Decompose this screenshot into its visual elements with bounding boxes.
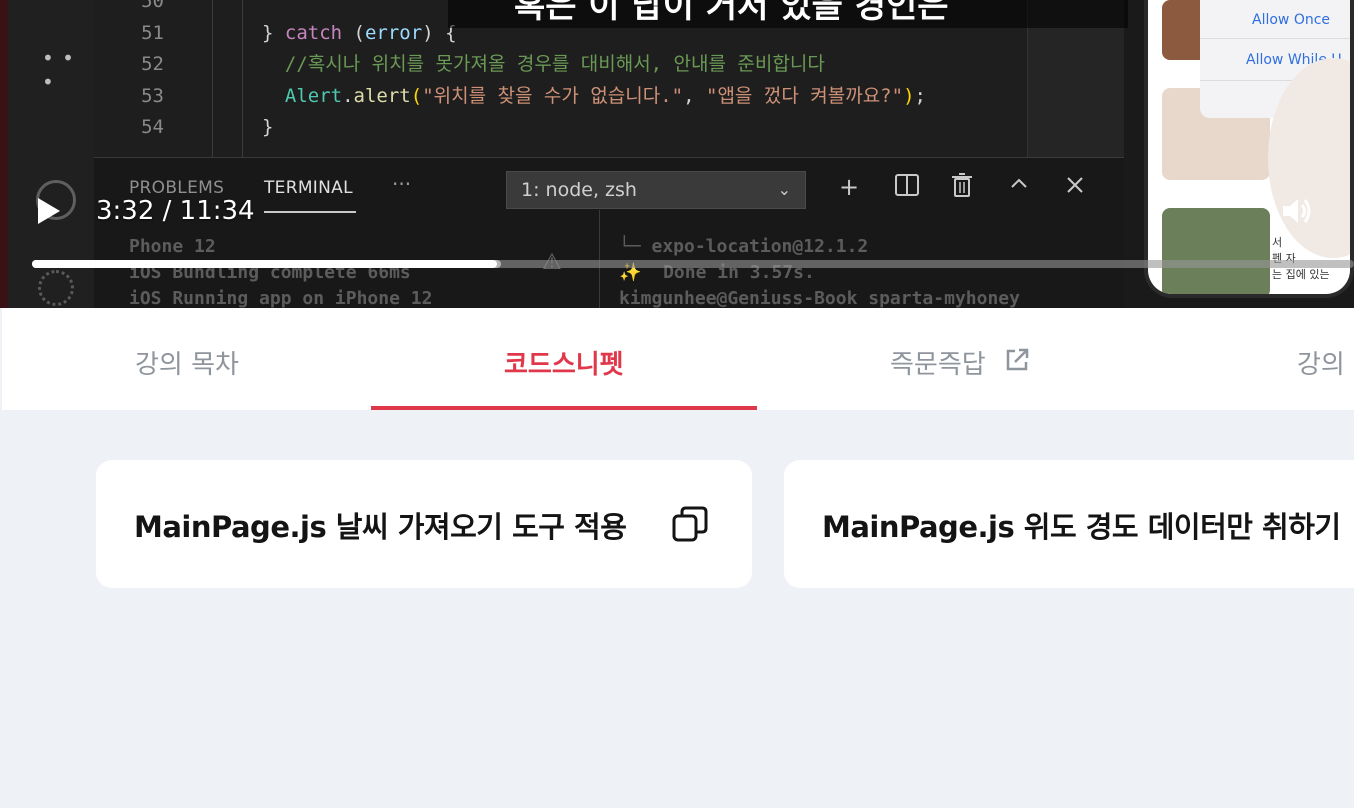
add-terminal-icon: +: [838, 173, 860, 201]
video-player[interactable]: • • • 50 51 } catch (error) { 52 //혹시나 위치를 …: [0, 0, 1354, 308]
tab-label: 강의 소개: [1297, 350, 1354, 380]
thumbnail-image: [1162, 208, 1270, 294]
more-dots-icon: • • •: [42, 46, 75, 94]
panel-more-icon: ···: [392, 172, 412, 196]
tab-lecture-contents[interactable]: 강의 목차: [2, 308, 388, 410]
trash-icon: [947, 172, 977, 202]
volume-icon: [1283, 199, 1311, 223]
code-text: } catch (error) {: [262, 22, 457, 44]
line-number: 51: [141, 22, 164, 44]
line-number: 54: [141, 116, 164, 138]
lecture-tabs: 강의 목차 코드스니펫 즉문즉답 강의 소개: [2, 308, 1354, 410]
line-number: 53: [141, 85, 164, 107]
tab-terminal: TERMINAL: [264, 178, 353, 198]
code-text: //혹시나 위치를 못가져올 경우를 대비해서, 안내를 준비합니다: [262, 53, 825, 75]
line-number: 50: [141, 0, 164, 12]
phone-caption: 서: [1272, 236, 1283, 249]
volume-button[interactable]: [1280, 194, 1316, 230]
active-tab-underline: [371, 406, 757, 410]
terminal-line: └─ expo-location@12.1.2: [619, 236, 869, 257]
terminal-tab-underline: [264, 211, 356, 213]
snippet-title: MainPage.js 위도 경도 데이터만 취하기: [822, 510, 1341, 544]
external-link-icon: [1006, 348, 1029, 371]
terminal-split-divider: [599, 210, 600, 308]
line-number: 52: [141, 53, 164, 75]
code-text: }: [262, 116, 274, 138]
terminal-panel: PROBLEMS TERMINAL ··· 1: node, zsh ⌄ + P…: [94, 157, 1124, 308]
video-progress-bar[interactable]: [32, 260, 1354, 268]
video-edge: [0, 0, 8, 308]
tab-lecture-intro[interactable]: 강의 소개: [1162, 308, 1354, 410]
chevron-down-icon: ⌄: [777, 180, 791, 199]
close-icon: [1060, 172, 1090, 202]
play-button[interactable]: [38, 198, 60, 224]
video-subtitle: 혹은 이 답이 거저 있을 경인은: [514, 0, 949, 26]
snippet-card[interactable]: MainPage.js 날씨 가져오기 도구 적용: [96, 460, 752, 588]
chevron-up-icon: [1004, 172, 1034, 202]
tab-code-snippets[interactable]: 코드스니펫: [371, 308, 757, 410]
tab-label: 코드스니펫: [504, 350, 624, 380]
gear-icon: [38, 270, 74, 306]
code-text: Alert.alert("위치를 찾을 수가 없습니다.", "앱을 껐다 켜볼…: [284, 85, 926, 107]
tab-problems: PROBLEMS: [129, 178, 225, 198]
snippet-title: MainPage.js 날씨 가져오기 도구 적용: [134, 510, 627, 544]
video-time: 3:32 / 11:34: [96, 196, 255, 226]
split-terminal-icon: [892, 172, 922, 202]
snippet-card[interactable]: MainPage.js 위도 경도 데이터만 취하기: [784, 460, 1354, 588]
terminal-select: 1: node, zsh ⌄: [506, 171, 806, 209]
phone-caption: 는 집에 있는: [1272, 268, 1330, 281]
tab-qna[interactable]: 즉문즉답: [757, 308, 1143, 410]
tab-label: 강의 목차: [135, 350, 239, 380]
progress-played: [32, 260, 497, 268]
terminal-line: kimgunhee@Geniuss-Book sparta-myhoney: [619, 288, 1020, 308]
terminal-line: Phone 12: [129, 236, 216, 257]
terminal-select-value: 1: node, zsh: [521, 179, 637, 201]
allow-once-option: Allow Once: [1252, 12, 1331, 28]
phone-simulator: Allow Once Allow While U 서 펜 자 는 집에 있는: [1144, 0, 1354, 298]
copy-icon[interactable]: [670, 504, 710, 544]
terminal-line: iOS Running app on iPhone 12: [129, 288, 433, 308]
tab-label: 즉문즉답: [890, 350, 986, 380]
